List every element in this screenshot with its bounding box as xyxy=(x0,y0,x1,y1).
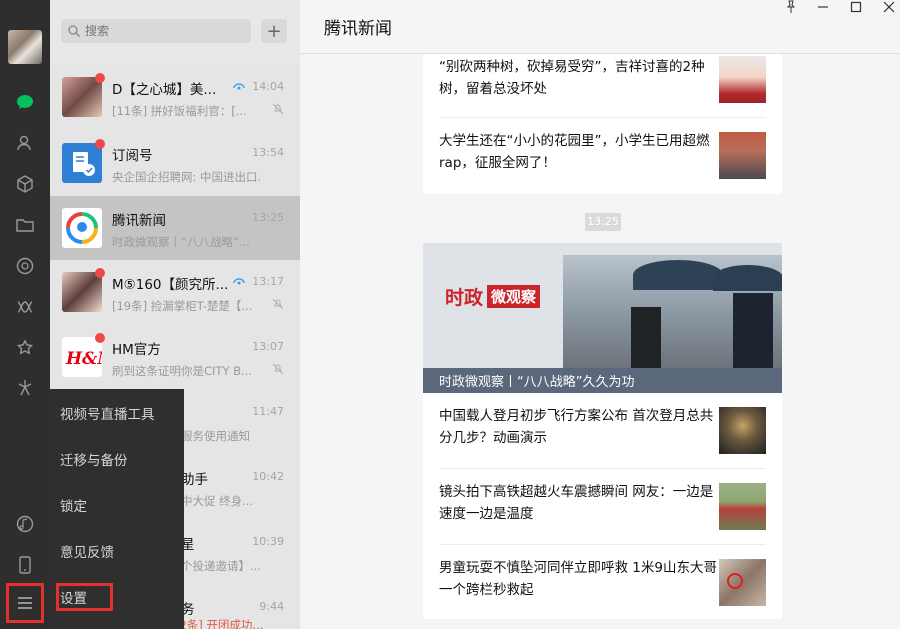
music-icon[interactable] xyxy=(13,512,37,536)
mute-icon xyxy=(272,363,284,375)
menu-item-migrate-backup[interactable]: 迁移与备份 xyxy=(60,449,128,469)
chat-name: 助手 xyxy=(181,472,208,488)
banner-caption: 时政微观察丨“八八战略”久久为功 xyxy=(439,375,635,390)
moments-icon[interactable] xyxy=(13,254,37,278)
chat-title: 腾讯新闻 xyxy=(324,19,392,39)
banner-photo xyxy=(563,255,782,368)
news-article[interactable]: 大学生还在“小小的花园里”，小学生已用超燃rap，征服全网了！ xyxy=(423,118,782,194)
maximize-icon[interactable] xyxy=(849,0,863,14)
headline-banner[interactable]: 时政 微观察 时政微观察丨“八八战略”久久为功 xyxy=(423,243,782,393)
banner-logo-box: 微观察 xyxy=(487,285,541,308)
subscription-icon xyxy=(73,152,95,176)
unread-dot xyxy=(95,139,105,149)
chat-preview: 刷到这条证明你是CITY B... xyxy=(112,364,252,378)
pin-icon[interactable] xyxy=(784,0,798,14)
unread-dot xyxy=(95,268,105,278)
chat-name: D【之心城】美... xyxy=(112,82,217,98)
search-box[interactable] xyxy=(61,19,251,43)
chat-time: 13:17 xyxy=(252,275,284,288)
mute-icon xyxy=(272,103,284,115)
phone-icon[interactable] xyxy=(13,553,37,577)
contacts-icon[interactable] xyxy=(13,131,37,155)
chat-time: 9:44 xyxy=(259,600,284,613)
news-card: 时政 微观察 时政微观察丨“八八战略”久久为功 中国载人登月初步飞行方案公布 首… xyxy=(423,243,782,619)
search-discover-icon[interactable] xyxy=(13,337,37,361)
news-article[interactable]: “别砍两种树，砍掉易受穷”，吉祥讨喜的2种树，留着总没坏处 xyxy=(423,54,782,118)
chat-preview: [19条] 捡漏掌柜T-楚楚【... xyxy=(112,299,253,313)
tencent-news-avatar xyxy=(62,208,102,248)
chat-preview: 服务使用通知 xyxy=(181,429,250,443)
chat-name: M⑤160【颜究所... xyxy=(112,277,229,293)
article-title: “别砍两种树，砍掉易受穷”，吉祥讨喜的2种树，留着总没坏处 xyxy=(439,59,705,97)
user-avatar[interactable] xyxy=(8,30,42,64)
chat-time: 13:54 xyxy=(252,146,284,159)
mute-icon xyxy=(272,298,284,310)
chat-time: 10:42 xyxy=(252,470,284,483)
mention-icon xyxy=(233,278,245,285)
chat-time: 13:25 xyxy=(252,211,284,224)
news-article[interactable]: 中国载人登月初步飞行方案公布 首次登月总共分几步？动画演示 xyxy=(423,393,782,469)
group-avatar xyxy=(62,77,102,117)
hamburger-icon xyxy=(18,597,32,609)
article-title: 男童玩耍不慎坠河同伴立即呼救 1米9山东大哥一个跨栏秒救起 xyxy=(439,560,717,598)
unread-dot xyxy=(95,73,105,83)
settings-highlight xyxy=(56,583,113,611)
mini-programs-icon[interactable] xyxy=(13,376,37,400)
chat-item[interactable]: M⑤160【颜究所... 13:17 [19条] 捡漏掌柜T-楚楚【... xyxy=(50,260,300,324)
news-article[interactable]: 镜头拍下高铁超越火车震撼瞬间 网友：一边是速度一边是温度 xyxy=(423,469,782,545)
article-title: 中国载人登月初步飞行方案公布 首次登月总共分几步？动画演示 xyxy=(439,408,714,446)
chat-name: 腾讯新闻 xyxy=(112,213,166,229)
chat-item[interactable]: D【之心城】美... 14:04 [11条] 拼好饭福利官：[... xyxy=(50,65,300,129)
chat-item-active[interactable]: 腾讯新闻 13:25 时政微观察丨“八八战略”... xyxy=(50,196,300,260)
chat-item[interactable]: 订阅号 13:54 央企国企招聘网: 中国进出口... xyxy=(50,131,300,195)
menu-item-channels-live-tool[interactable]: 视频号直播工具 xyxy=(60,403,155,423)
svg-text:H&M: H&M xyxy=(65,349,102,369)
menu-item-feedback[interactable]: 意见反馈 xyxy=(60,541,114,561)
article-thumbnail xyxy=(719,56,766,103)
chat-time: 13:07 xyxy=(252,340,284,353)
folder-icon[interactable] xyxy=(13,213,37,237)
news-card-previous: “别砍两种树，砍掉易受穷”，吉祥讨喜的2种树，留着总没坏处 大学生还在“小小的花… xyxy=(423,54,782,194)
channels-icon[interactable] xyxy=(13,295,37,319)
mention-icon xyxy=(233,83,245,90)
article-thumbnail xyxy=(719,559,766,606)
menu-item-lock[interactable]: 锁定 xyxy=(60,495,87,515)
article-thumbnail xyxy=(719,483,766,530)
chat-icon[interactable] xyxy=(13,90,37,114)
chat-time: 11:47 xyxy=(252,405,284,418)
chat-item[interactable]: H&M HM官方 13:07 刷到这条证明你是CITY B... xyxy=(50,325,300,389)
navigation-sidebar xyxy=(0,0,50,629)
add-button[interactable]: + xyxy=(261,19,287,43)
chat-preview: [11条] 拼好饭福利官：[... xyxy=(112,104,247,118)
chat-preview: 央企国企招聘网: 中国进出口... xyxy=(112,170,262,184)
chat-time: 14:04 xyxy=(252,80,284,93)
close-icon[interactable] xyxy=(882,0,896,14)
article-title: 镜头拍下高铁超越火车震撼瞬间 网友：一边是速度一边是温度 xyxy=(439,484,714,522)
news-article[interactable]: 男童玩耍不慎坠河同伴立即呼救 1米9山东大哥一个跨栏秒救起 xyxy=(423,545,782,619)
search-input[interactable] xyxy=(85,19,245,43)
article-thumbnail xyxy=(719,132,766,179)
tencent-news-logo-icon xyxy=(66,212,98,244)
group-avatar xyxy=(62,272,102,312)
chat-preview: 个投递邀请】... xyxy=(181,559,261,573)
article-title: 大学生还在“小小的花园里”，小学生已用超燃rap，征服全网了！ xyxy=(439,133,710,171)
search-icon xyxy=(68,25,80,37)
unread-dot xyxy=(95,333,105,343)
subscription-avatar xyxy=(62,143,102,183)
chat-name: 订阅号 xyxy=(112,148,153,164)
minimize-icon[interactable] xyxy=(816,0,830,14)
chat-preview: 中大促 终身... xyxy=(181,494,254,508)
chat-time: 10:39 xyxy=(252,535,284,548)
chat-window: 腾讯新闻 “别砍两种树，砍掉易受穷”，吉祥讨喜的2种树，留着总没坏处 大学生还在… xyxy=(300,0,900,629)
banner-logo-text: 时政 xyxy=(445,287,484,309)
hm-logo-icon: H&M xyxy=(65,349,102,369)
chat-preview: 时政微观察丨“八八战略”... xyxy=(112,235,250,249)
chat-name: HM官方 xyxy=(112,342,161,358)
message-timestamp: 13:25 xyxy=(585,213,621,231)
favorites-icon[interactable] xyxy=(13,172,37,196)
article-thumbnail xyxy=(719,407,766,454)
hm-avatar: H&M xyxy=(62,337,102,377)
menu-button[interactable] xyxy=(6,583,44,623)
